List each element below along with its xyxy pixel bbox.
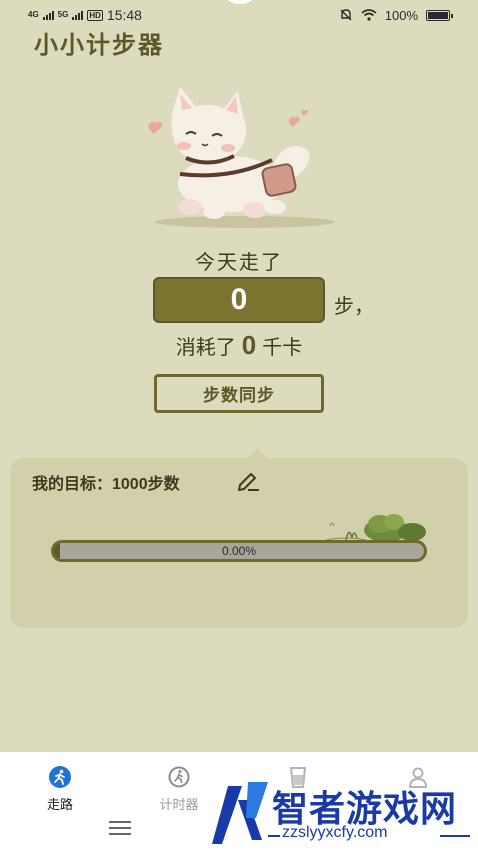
nav-item-timer[interactable]: 计时器	[139, 766, 219, 813]
goal-label: 我的目标：1000步数	[32, 476, 180, 493]
nav-label-walk: 走路	[46, 797, 73, 812]
sync-steps-button[interactable]: 步数同步	[154, 374, 324, 413]
menu-icon[interactable]	[109, 821, 131, 839]
step-unit: 步，	[334, 296, 374, 318]
app-title: 小小计步器	[34, 32, 164, 59]
today-label: 今天走了	[195, 252, 283, 274]
signal-icon-2	[72, 10, 84, 20]
bush-decoration	[326, 514, 426, 542]
network-type-1: 4G	[28, 10, 39, 19]
battery-percent: 100%	[384, 7, 418, 23]
step-count-value: 0	[230, 283, 248, 316]
status-time: 15:48	[106, 7, 142, 23]
battery-icon	[426, 9, 453, 21]
signal-icon	[42, 10, 54, 20]
mute-icon	[340, 9, 352, 21]
goal-progress-bar: 0.00%	[51, 540, 427, 562]
edit-pencil-icon[interactable]	[236, 469, 260, 491]
calorie-line: 消耗了 0 千卡	[0, 330, 478, 361]
walk-icon	[49, 766, 71, 788]
watermark-line-left	[268, 835, 280, 837]
status-right: 100%	[339, 7, 453, 23]
step-count-box: 0	[153, 277, 325, 323]
timer-icon	[168, 766, 190, 788]
calorie-unit: 千卡	[262, 337, 303, 359]
watermark-url: zzslyyxcfy.com	[282, 824, 388, 841]
status-left: 4G 5G HD 15:48	[28, 7, 142, 23]
watermark-logo-icon	[212, 782, 268, 844]
nav-label-timer: 计时器	[159, 797, 199, 812]
cat-mascot-illustration	[148, 84, 335, 228]
watermark-line-right	[440, 835, 470, 837]
hd-badge: HD	[87, 9, 103, 21]
goal-progress-text: 0.00%	[221, 544, 257, 558]
nav-item-walk[interactable]: 走路	[20, 766, 100, 813]
network-type-2: 5G	[57, 10, 69, 19]
calorie-value: 0	[241, 330, 257, 360]
watermark: 智者游戏网 zzslyyxcfy.com	[208, 778, 478, 850]
wifi-icon	[361, 9, 377, 21]
calorie-prefix: 消耗了	[175, 337, 236, 359]
